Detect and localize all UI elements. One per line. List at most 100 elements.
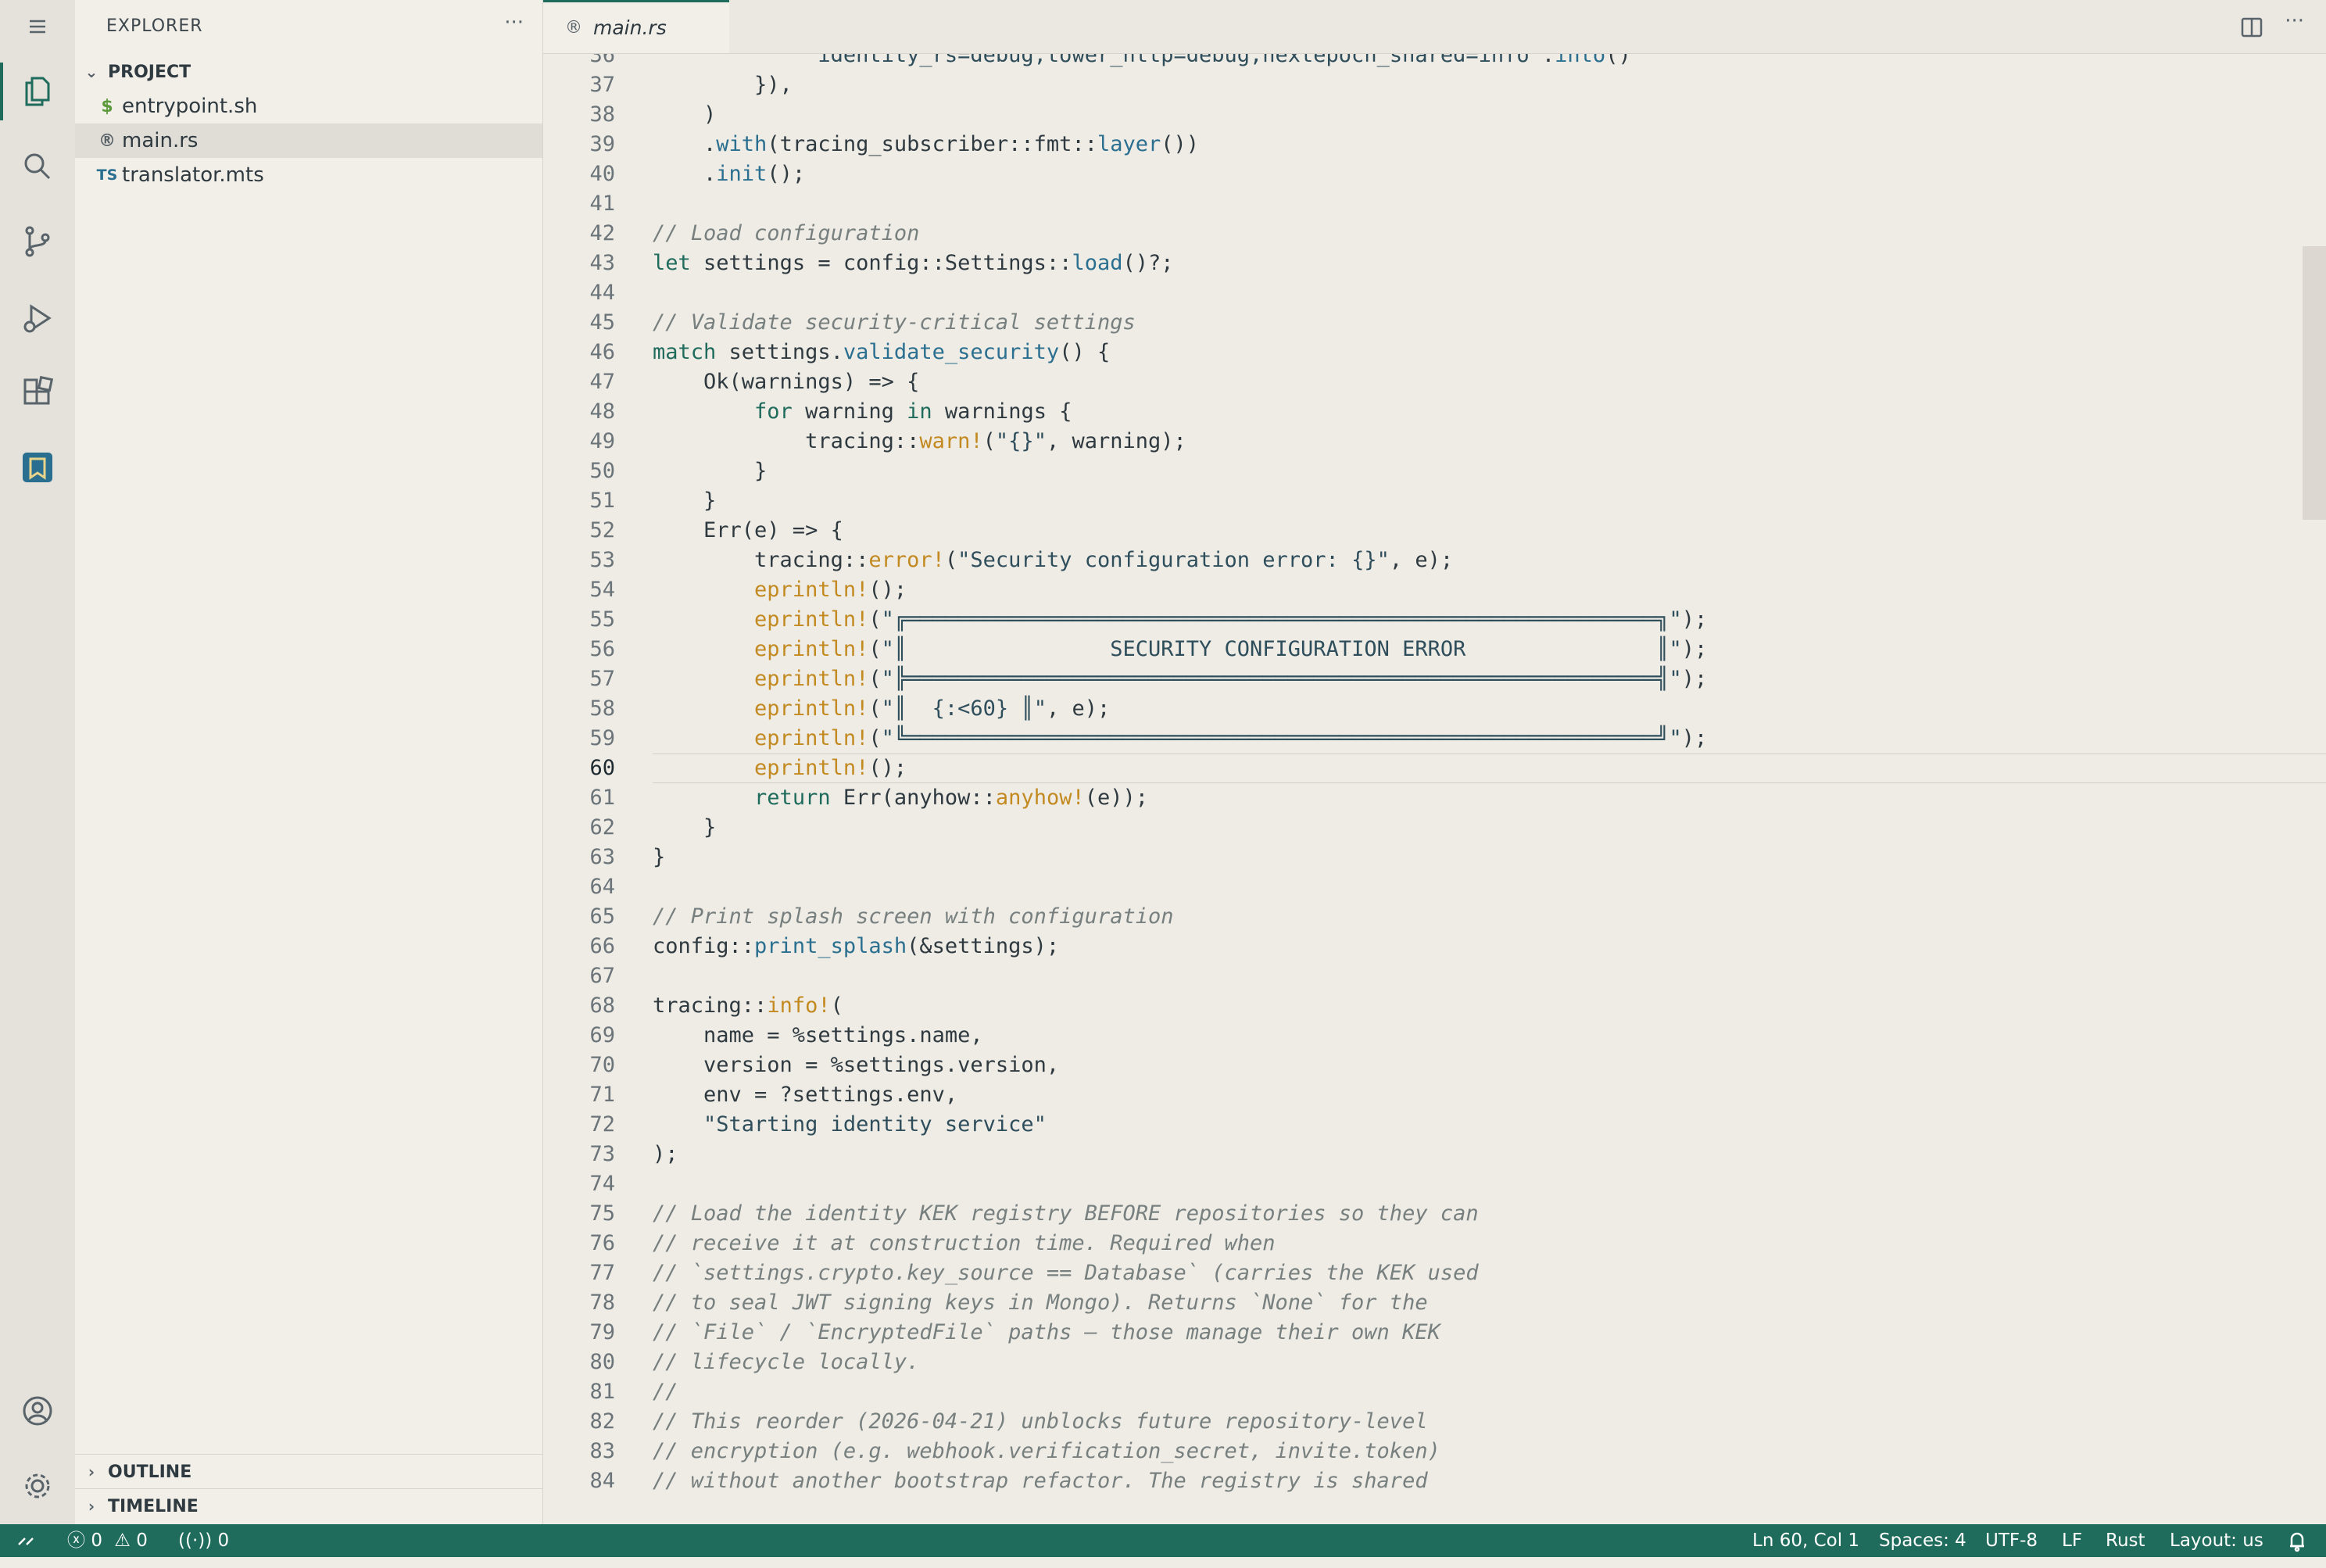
code-line[interactable]: 52 Err(e) => { — [543, 516, 2326, 546]
code-line[interactable]: 84 // without another bootstrap refactor.… — [543, 1466, 2326, 1496]
settings-gear-icon[interactable] — [0, 1451, 75, 1521]
code-line[interactable]: 38 ) — [543, 100, 2326, 130]
code-line[interactable]: 47 Ok(warnings) => { — [543, 367, 2326, 397]
code-line[interactable]: 65 // Print splash screen with configurat… — [543, 902, 2326, 932]
code-line[interactable]: 39 .with(tracing_subscriber::fmt::layer(… — [543, 130, 2326, 159]
code-line[interactable]: 48 for warning in warnings { — [543, 397, 2326, 427]
code-line[interactable]: 59 eprintln!("╚═════════════════════════… — [543, 724, 2326, 754]
explorer-icon[interactable] — [0, 56, 75, 127]
code-line[interactable]: 62 } — [543, 813, 2326, 843]
code-line[interactable]: 72 "Starting identity service" — [543, 1110, 2326, 1140]
code-line[interactable]: 76 // receive it at construction time. Re… — [543, 1229, 2326, 1258]
code-line[interactable]: 56 eprintln!("║ SECURITY CONFIGURATION E… — [543, 635, 2326, 664]
run-debug-icon[interactable] — [0, 283, 75, 353]
line-content: tracing::info!( — [653, 993, 843, 1018]
code-line[interactable]: 68 tracing::info!( — [543, 991, 2326, 1021]
code-line[interactable]: 66 config::print_splash(&settings); — [543, 932, 2326, 961]
search-icon[interactable] — [0, 131, 75, 202]
split-editor-icon[interactable] — [2240, 16, 2263, 42]
code-line[interactable]: 78 // to seal JWT signing keys in Mongo).… — [543, 1288, 2326, 1318]
keyboard-layout[interactable]: Layout: us — [2170, 1524, 2263, 1557]
editor-more-actions-button[interactable]: ··· — [2285, 9, 2304, 33]
code-line[interactable]: 50 } — [543, 456, 2326, 486]
line-content: // Load the identity KEK registry BEFORE… — [653, 1201, 1479, 1226]
line-content: version = %settings.version, — [653, 1053, 1060, 1077]
code-line[interactable]: 64 — [543, 872, 2326, 902]
line-number: 61 — [589, 786, 615, 810]
code-line[interactable]: 69 name = %settings.name, — [543, 1021, 2326, 1051]
line-content: // Print splash screen with configuratio… — [653, 904, 1174, 929]
code-line[interactable]: 44 — [543, 278, 2326, 308]
code-line[interactable]: 75 // Load the identity KEK registry BEFO… — [543, 1199, 2326, 1229]
code-line[interactable]: 58 eprintln!("║ {:<60} ║", e); — [543, 694, 2326, 724]
line-number: 68 — [589, 993, 615, 1018]
code-line[interactable]: 49 tracing::warn!("{}", warning); — [543, 427, 2326, 456]
code-line[interactable]: 81 // — [543, 1377, 2326, 1407]
code-line[interactable]: 61 return Err(anyhow::anyhow!(e)); — [543, 783, 2326, 813]
remote-explorer-icon[interactable] — [0, 432, 75, 503]
problems-indicator[interactable]: ⓧ 0 ⚠ 0 — [67, 1524, 148, 1557]
language-mode[interactable]: Rust — [2106, 1524, 2145, 1557]
more-actions-button[interactable]: ··· — [504, 11, 524, 34]
code-line[interactable]: 67 — [543, 961, 2326, 991]
code-line[interactable]: 51 } — [543, 486, 2326, 516]
cursor-position[interactable]: Ln 60, Col 1 — [1752, 1524, 1859, 1557]
code-line[interactable]: 55 eprintln!("╔═════════════════════════… — [543, 605, 2326, 635]
code-line[interactable]: 71 env = ?settings.env, — [543, 1080, 2326, 1110]
code-line[interactable]: 79 // `File` / `EncryptedFile` paths — th… — [543, 1318, 2326, 1348]
code-line[interactable]: 37 }), — [543, 70, 2326, 100]
project-label: PROJECT — [108, 62, 191, 82]
remote-indicator-icon[interactable] — [16, 1524, 36, 1557]
code-line[interactable]: 36 "identity_rs=debug,tower_http=debug,n… — [543, 54, 2326, 70]
code-line[interactable]: 82 // This reorder (2026-04-21) unblocks … — [543, 1407, 2326, 1437]
indentation[interactable]: Spaces: 4 — [1879, 1524, 1966, 1557]
account-icon[interactable] — [0, 1376, 75, 1446]
chevron-right-icon: › — [88, 1462, 95, 1481]
line-number: 37 — [589, 73, 615, 97]
end-of-line[interactable]: LF — [2062, 1524, 2082, 1557]
project-section-header[interactable]: ⌄ PROJECT — [75, 55, 542, 88]
line-number: 83 — [589, 1439, 615, 1463]
ports-indicator[interactable]: ((·)) 0 — [178, 1524, 229, 1557]
code-line[interactable]: 60 eprintln!(); — [543, 754, 2326, 783]
line-number: 72 — [589, 1112, 615, 1137]
sidebar-title: EXPLORER — [106, 16, 203, 36]
encoding[interactable]: UTF-8 — [1985, 1524, 2038, 1557]
code-line[interactable]: 41 — [543, 189, 2326, 219]
line-number: 60 — [589, 756, 615, 780]
timeline-section-header[interactable]: › TIMELINE — [75, 1490, 542, 1523]
editor-tab-bar: ® main.rs ··· — [543, 0, 2326, 54]
code-line[interactable]: 73); — [543, 1140, 2326, 1169]
line-content: eprintln!(); — [754, 756, 907, 780]
tab-main-rs[interactable]: ® main.rs — [543, 0, 729, 53]
code-line[interactable]: 53 tracing::error!("Security configurati… — [543, 546, 2326, 575]
code-line[interactable]: 77 // `settings.crypto.key_source == Data… — [543, 1258, 2326, 1288]
line-content: // encryption (e.g. webhook.verification… — [653, 1439, 1440, 1463]
code-line[interactable]: 83 // encryption (e.g. webhook.verificati… — [543, 1437, 2326, 1466]
code-line[interactable]: 42 // Load configuration — [543, 219, 2326, 249]
outline-section-header[interactable]: › OUTLINE — [75, 1455, 542, 1488]
notifications-bell-icon[interactable] — [2285, 1524, 2309, 1557]
file-item-translator[interactable]: TS translator.mts — [75, 158, 542, 192]
code-line[interactable]: 80 // lifecycle locally. — [543, 1348, 2326, 1377]
code-line[interactable]: 46 match settings.validate_security() { — [543, 338, 2326, 367]
source-control-icon[interactable] — [0, 206, 75, 277]
file-item-main[interactable]: ® main.rs — [75, 124, 542, 158]
line-number: 55 — [589, 607, 615, 632]
menu-icon[interactable] — [0, 0, 75, 62]
line-number: 66 — [589, 934, 615, 958]
code-line[interactable]: 43 let settings = config::Settings::load(… — [543, 249, 2326, 278]
editor-scrollbar[interactable] — [2303, 246, 2326, 520]
file-item-entrypoint[interactable]: $ entrypoint.sh — [75, 89, 542, 124]
code-line[interactable]: 40 .init(); — [543, 159, 2326, 189]
code-editor[interactable]: 36 "identity_rs=debug,tower_http=debug,n… — [543, 54, 2326, 1524]
extensions-icon[interactable] — [0, 358, 75, 428]
code-line[interactable]: 74 — [543, 1169, 2326, 1199]
line-number: 43 — [589, 251, 615, 275]
line-number: 65 — [589, 904, 615, 929]
code-line[interactable]: 54 eprintln!(); — [543, 575, 2326, 605]
code-line[interactable]: 45 // Validate security-critical settings — [543, 308, 2326, 338]
code-line[interactable]: 70 version = %settings.version, — [543, 1051, 2326, 1080]
code-line[interactable]: 57 eprintln!("╠═════════════════════════… — [543, 664, 2326, 694]
code-line[interactable]: 63} — [543, 843, 2326, 872]
